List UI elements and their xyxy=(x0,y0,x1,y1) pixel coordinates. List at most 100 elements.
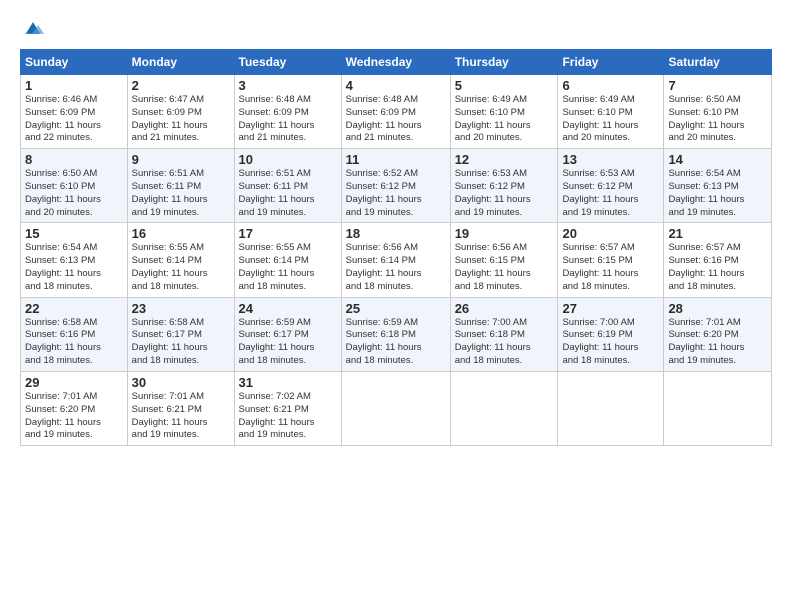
day-info: Sunrise: 6:57 AM Sunset: 6:15 PM Dayligh… xyxy=(562,242,659,293)
day-cell-4: 4Sunrise: 6:48 AM Sunset: 6:09 PM Daylig… xyxy=(341,74,450,148)
day-info: Sunrise: 6:53 AM Sunset: 6:12 PM Dayligh… xyxy=(455,168,554,219)
day-cell-15: 15Sunrise: 6:54 AM Sunset: 6:13 PM Dayli… xyxy=(21,223,128,297)
day-info: Sunrise: 6:50 AM Sunset: 6:10 PM Dayligh… xyxy=(25,168,123,219)
empty-cell xyxy=(558,371,664,445)
empty-cell xyxy=(664,371,772,445)
page: SundayMondayTuesdayWednesdayThursdayFrid… xyxy=(0,0,792,612)
day-cell-11: 11Sunrise: 6:52 AM Sunset: 6:12 PM Dayli… xyxy=(341,149,450,223)
day-number: 5 xyxy=(455,78,554,93)
weekday-monday: Monday xyxy=(127,49,234,74)
day-info: Sunrise: 6:56 AM Sunset: 6:15 PM Dayligh… xyxy=(455,242,554,293)
day-cell-19: 19Sunrise: 6:56 AM Sunset: 6:15 PM Dayli… xyxy=(450,223,558,297)
day-cell-18: 18Sunrise: 6:56 AM Sunset: 6:14 PM Dayli… xyxy=(341,223,450,297)
weekday-wednesday: Wednesday xyxy=(341,49,450,74)
day-info: Sunrise: 6:53 AM Sunset: 6:12 PM Dayligh… xyxy=(562,168,659,219)
day-number: 28 xyxy=(668,301,767,316)
day-info: Sunrise: 6:52 AM Sunset: 6:12 PM Dayligh… xyxy=(346,168,446,219)
day-number: 18 xyxy=(346,226,446,241)
weekday-friday: Friday xyxy=(558,49,664,74)
day-info: Sunrise: 6:51 AM Sunset: 6:11 PM Dayligh… xyxy=(132,168,230,219)
empty-cell xyxy=(450,371,558,445)
day-cell-12: 12Sunrise: 6:53 AM Sunset: 6:12 PM Dayli… xyxy=(450,149,558,223)
day-number: 1 xyxy=(25,78,123,93)
day-info: Sunrise: 6:48 AM Sunset: 6:09 PM Dayligh… xyxy=(346,94,446,145)
day-info: Sunrise: 6:48 AM Sunset: 6:09 PM Dayligh… xyxy=(239,94,337,145)
day-info: Sunrise: 7:01 AM Sunset: 6:21 PM Dayligh… xyxy=(132,391,230,442)
day-cell-7: 7Sunrise: 6:50 AM Sunset: 6:10 PM Daylig… xyxy=(664,74,772,148)
week-row-2: 8Sunrise: 6:50 AM Sunset: 6:10 PM Daylig… xyxy=(21,149,772,223)
day-cell-13: 13Sunrise: 6:53 AM Sunset: 6:12 PM Dayli… xyxy=(558,149,664,223)
day-number: 13 xyxy=(562,152,659,167)
day-number: 12 xyxy=(455,152,554,167)
weekday-thursday: Thursday xyxy=(450,49,558,74)
day-cell-6: 6Sunrise: 6:49 AM Sunset: 6:10 PM Daylig… xyxy=(558,74,664,148)
day-info: Sunrise: 7:01 AM Sunset: 6:20 PM Dayligh… xyxy=(668,317,767,368)
day-cell-27: 27Sunrise: 7:00 AM Sunset: 6:19 PM Dayli… xyxy=(558,297,664,371)
day-number: 2 xyxy=(132,78,230,93)
day-cell-25: 25Sunrise: 6:59 AM Sunset: 6:18 PM Dayli… xyxy=(341,297,450,371)
day-number: 24 xyxy=(239,301,337,316)
day-info: Sunrise: 7:01 AM Sunset: 6:20 PM Dayligh… xyxy=(25,391,123,442)
day-cell-10: 10Sunrise: 6:51 AM Sunset: 6:11 PM Dayli… xyxy=(234,149,341,223)
day-cell-26: 26Sunrise: 7:00 AM Sunset: 6:18 PM Dayli… xyxy=(450,297,558,371)
weekday-sunday: Sunday xyxy=(21,49,128,74)
week-row-5: 29Sunrise: 7:01 AM Sunset: 6:20 PM Dayli… xyxy=(21,371,772,445)
day-number: 20 xyxy=(562,226,659,241)
day-number: 25 xyxy=(346,301,446,316)
day-number: 21 xyxy=(668,226,767,241)
week-row-3: 15Sunrise: 6:54 AM Sunset: 6:13 PM Dayli… xyxy=(21,223,772,297)
day-cell-23: 23Sunrise: 6:58 AM Sunset: 6:17 PM Dayli… xyxy=(127,297,234,371)
day-info: Sunrise: 6:58 AM Sunset: 6:16 PM Dayligh… xyxy=(25,317,123,368)
day-info: Sunrise: 6:58 AM Sunset: 6:17 PM Dayligh… xyxy=(132,317,230,368)
day-info: Sunrise: 6:57 AM Sunset: 6:16 PM Dayligh… xyxy=(668,242,767,293)
logo xyxy=(20,18,44,39)
day-number: 3 xyxy=(239,78,337,93)
day-info: Sunrise: 6:47 AM Sunset: 6:09 PM Dayligh… xyxy=(132,94,230,145)
weekday-tuesday: Tuesday xyxy=(234,49,341,74)
day-number: 19 xyxy=(455,226,554,241)
day-cell-8: 8Sunrise: 6:50 AM Sunset: 6:10 PM Daylig… xyxy=(21,149,128,223)
day-cell-5: 5Sunrise: 6:49 AM Sunset: 6:10 PM Daylig… xyxy=(450,74,558,148)
day-number: 31 xyxy=(239,375,337,390)
day-cell-21: 21Sunrise: 6:57 AM Sunset: 6:16 PM Dayli… xyxy=(664,223,772,297)
day-cell-28: 28Sunrise: 7:01 AM Sunset: 6:20 PM Dayli… xyxy=(664,297,772,371)
empty-cell xyxy=(341,371,450,445)
day-number: 10 xyxy=(239,152,337,167)
day-number: 4 xyxy=(346,78,446,93)
day-cell-31: 31Sunrise: 7:02 AM Sunset: 6:21 PM Dayli… xyxy=(234,371,341,445)
day-info: Sunrise: 6:49 AM Sunset: 6:10 PM Dayligh… xyxy=(562,94,659,145)
day-number: 6 xyxy=(562,78,659,93)
day-cell-24: 24Sunrise: 6:59 AM Sunset: 6:17 PM Dayli… xyxy=(234,297,341,371)
day-cell-2: 2Sunrise: 6:47 AM Sunset: 6:09 PM Daylig… xyxy=(127,74,234,148)
day-cell-17: 17Sunrise: 6:55 AM Sunset: 6:14 PM Dayli… xyxy=(234,223,341,297)
calendar: SundayMondayTuesdayWednesdayThursdayFrid… xyxy=(20,49,772,446)
day-cell-3: 3Sunrise: 6:48 AM Sunset: 6:09 PM Daylig… xyxy=(234,74,341,148)
logo-text xyxy=(20,18,44,39)
day-number: 7 xyxy=(668,78,767,93)
day-cell-20: 20Sunrise: 6:57 AM Sunset: 6:15 PM Dayli… xyxy=(558,223,664,297)
day-info: Sunrise: 6:56 AM Sunset: 6:14 PM Dayligh… xyxy=(346,242,446,293)
day-info: Sunrise: 6:59 AM Sunset: 6:17 PM Dayligh… xyxy=(239,317,337,368)
day-number: 17 xyxy=(239,226,337,241)
weekday-saturday: Saturday xyxy=(664,49,772,74)
day-cell-16: 16Sunrise: 6:55 AM Sunset: 6:14 PM Dayli… xyxy=(127,223,234,297)
day-info: Sunrise: 7:02 AM Sunset: 6:21 PM Dayligh… xyxy=(239,391,337,442)
week-row-4: 22Sunrise: 6:58 AM Sunset: 6:16 PM Dayli… xyxy=(21,297,772,371)
day-info: Sunrise: 6:55 AM Sunset: 6:14 PM Dayligh… xyxy=(239,242,337,293)
header xyxy=(20,18,772,39)
day-cell-29: 29Sunrise: 7:01 AM Sunset: 6:20 PM Dayli… xyxy=(21,371,128,445)
day-number: 16 xyxy=(132,226,230,241)
day-cell-14: 14Sunrise: 6:54 AM Sunset: 6:13 PM Dayli… xyxy=(664,149,772,223)
day-number: 26 xyxy=(455,301,554,316)
day-number: 9 xyxy=(132,152,230,167)
day-number: 15 xyxy=(25,226,123,241)
day-number: 8 xyxy=(25,152,123,167)
day-number: 11 xyxy=(346,152,446,167)
day-info: Sunrise: 7:00 AM Sunset: 6:18 PM Dayligh… xyxy=(455,317,554,368)
day-info: Sunrise: 6:59 AM Sunset: 6:18 PM Dayligh… xyxy=(346,317,446,368)
weekday-header-row: SundayMondayTuesdayWednesdayThursdayFrid… xyxy=(21,49,772,74)
day-info: Sunrise: 6:51 AM Sunset: 6:11 PM Dayligh… xyxy=(239,168,337,219)
week-row-1: 1Sunrise: 6:46 AM Sunset: 6:09 PM Daylig… xyxy=(21,74,772,148)
day-info: Sunrise: 7:00 AM Sunset: 6:19 PM Dayligh… xyxy=(562,317,659,368)
day-info: Sunrise: 6:49 AM Sunset: 6:10 PM Dayligh… xyxy=(455,94,554,145)
